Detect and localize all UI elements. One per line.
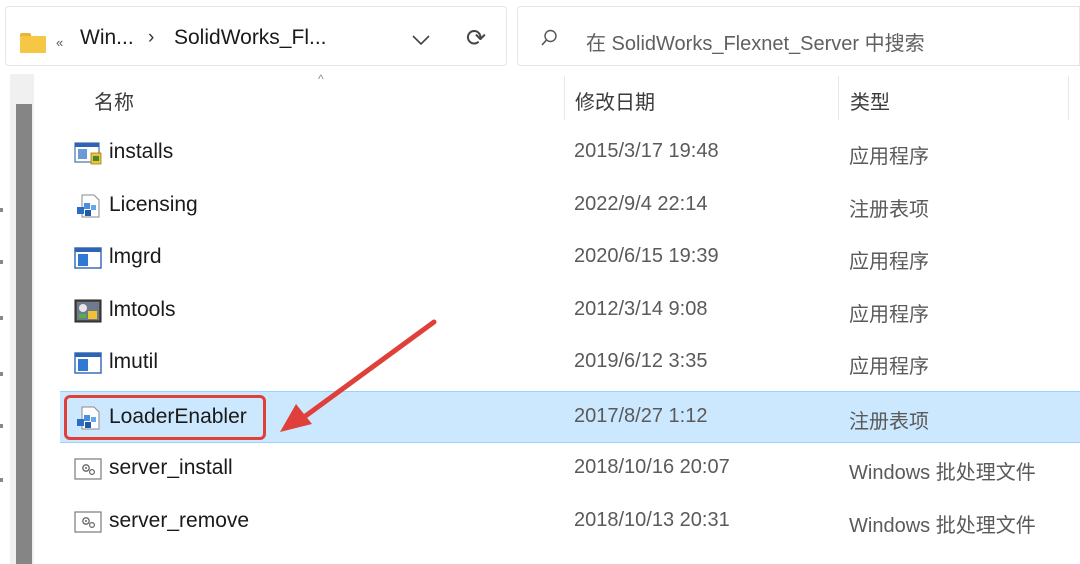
file-name: server_remove <box>109 509 250 532</box>
tools-app-icon <box>74 299 102 323</box>
file-row[interactable]: server_install 2018/10/16 20:07 Windows … <box>60 443 1080 495</box>
installer-app-icon <box>74 142 102 165</box>
search-icon <box>541 29 557 46</box>
file-row[interactable]: lmtools 2012/3/14 9:08 应用程序 <box>60 285 1080 337</box>
column-header-name[interactable]: 名称 <box>60 74 564 122</box>
window-app-icon <box>74 247 102 269</box>
file-type: Windows 批处理文件 <box>849 462 1036 484</box>
nav-expander[interactable] <box>0 424 3 428</box>
file-name: lmgrd <box>109 245 162 268</box>
breadcrumb-separator[interactable]: › <box>148 27 154 49</box>
breadcrumb-current-folder[interactable]: SolidWorks_Fl... <box>174 26 327 50</box>
nav-expander[interactable] <box>0 316 3 320</box>
file-row[interactable]: lmgrd 2020/6/15 19:39 应用程序 <box>60 232 1080 284</box>
file-row[interactable]: lmutil 2019/6/12 3:35 应用程序 <box>60 337 1080 389</box>
overflow-chevron[interactable]: « <box>56 35 63 50</box>
file-type: 注册表项 <box>849 411 929 433</box>
registry-file-icon <box>77 194 100 218</box>
file-type: 注册表项 <box>849 199 929 221</box>
file-modified-date: 2019/6/12 3:35 <box>574 350 708 372</box>
nav-expander[interactable] <box>0 372 3 376</box>
file-name: lmutil <box>109 350 159 373</box>
file-modified-date: 2012/3/14 9:08 <box>574 298 708 320</box>
column-divider[interactable] <box>1068 76 1069 120</box>
batch-file-icon <box>74 458 102 480</box>
search-placeholder: 在 SolidWorks_Flexnet_Server 中搜索 <box>586 33 925 55</box>
file-modified-date: 2017/8/27 1:12 <box>574 405 708 427</box>
column-header-label: 类型 <box>850 92 890 114</box>
file-name: lmtools <box>109 298 176 321</box>
file-modified-date: 2018/10/13 20:31 <box>574 509 730 531</box>
file-modified-date: 2020/6/15 19:39 <box>574 245 719 267</box>
chevron-down-icon[interactable] <box>410 33 432 47</box>
file-name: Licensing <box>109 193 198 216</box>
column-header-type[interactable]: 类型 <box>839 74 1069 122</box>
file-type: 应用程序 <box>849 356 929 378</box>
file-row[interactable]: server_remove 2018/10/13 20:31 Windows 批… <box>60 496 1080 548</box>
file-modified-date: 2022/9/4 22:14 <box>574 193 708 215</box>
file-type: Windows 批处理文件 <box>849 515 1036 537</box>
navigation-pane-edge <box>0 74 10 564</box>
file-type: 应用程序 <box>849 304 929 326</box>
breadcrumb-windows[interactable]: Win... <box>80 26 134 50</box>
column-header-modified[interactable]: 修改日期 <box>565 74 839 122</box>
refresh-icon[interactable]: ⟳ <box>466 24 486 53</box>
nav-expander[interactable] <box>0 478 3 482</box>
column-header-label: 修改日期 <box>575 92 655 114</box>
annotation-highlight-box <box>64 395 266 440</box>
file-row[interactable]: Licensing 2022/9/4 22:14 注册表项 <box>60 180 1080 232</box>
file-name: server_install <box>109 456 233 479</box>
batch-file-icon <box>74 511 102 533</box>
search-box[interactable]: 在 SolidWorks_Flexnet_Server 中搜索 <box>517 6 1080 66</box>
file-row[interactable]: installs 2015/3/17 19:48 应用程序 <box>60 127 1080 179</box>
column-header-label: 名称 <box>94 92 134 114</box>
file-type: 应用程序 <box>849 251 929 273</box>
file-modified-date: 2018/10/16 20:07 <box>574 456 730 478</box>
file-name: installs <box>109 140 174 163</box>
nav-expander[interactable] <box>0 260 3 264</box>
nav-expander[interactable] <box>0 208 3 212</box>
file-type: 应用程序 <box>849 146 929 168</box>
folder-icon <box>20 33 46 53</box>
address-bar[interactable]: « Win... › SolidWorks_Fl... ⟳ <box>5 6 507 66</box>
file-modified-date: 2015/3/17 19:48 <box>574 140 719 162</box>
window-app-icon <box>74 352 102 374</box>
scrollbar-thumb[interactable] <box>16 104 32 564</box>
